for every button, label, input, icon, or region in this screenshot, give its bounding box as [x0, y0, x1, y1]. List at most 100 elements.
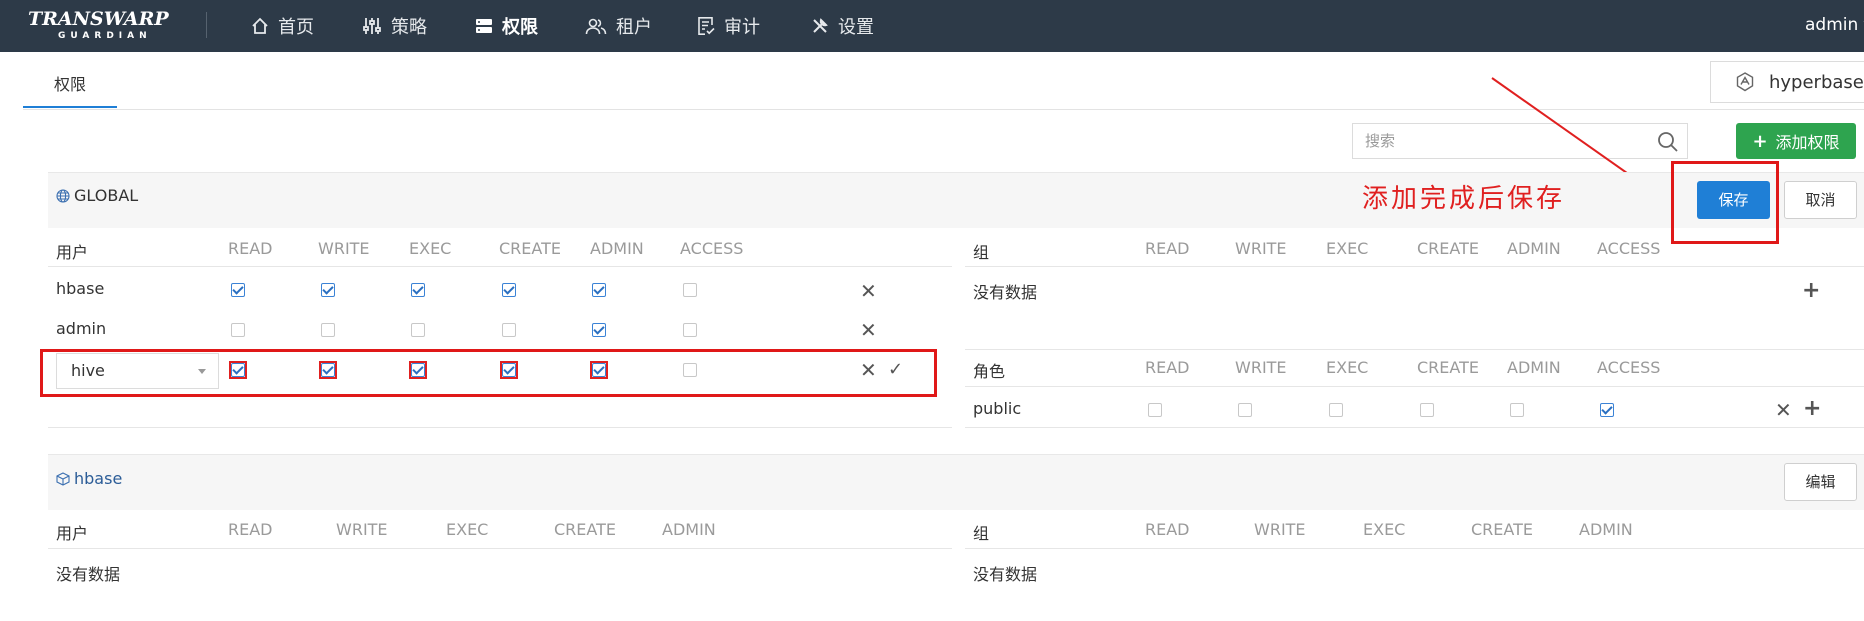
nav-item-settings[interactable]: 设置 [811, 0, 874, 52]
column-header-admin: ADMIN [1507, 239, 1561, 258]
empty-state-text: 没有数据 [973, 565, 1038, 584]
column-header-create: CREATE [499, 239, 561, 258]
nav-item-policy[interactable]: 策略 [362, 0, 427, 52]
column-header-write: WRITE [318, 239, 370, 258]
annotation-text: 添加完成后保存 [1362, 184, 1566, 214]
user-menu[interactable]: admin ▾ [1805, 0, 1864, 52]
column-header-exec: EXEC [1326, 239, 1369, 258]
nav-item-home[interactable]: 首页 [251, 0, 314, 52]
row-divider [965, 548, 1864, 549]
column-header-read: READ [1145, 520, 1190, 539]
row-divider [48, 266, 952, 267]
highlight-save-box [1671, 161, 1779, 244]
global-panel-title: GLOBAL [56, 186, 138, 205]
plus-icon: + [1752, 130, 1768, 152]
read-checkbox[interactable] [231, 283, 245, 297]
access-checkbox[interactable] [683, 323, 697, 337]
column-header-exec: EXEC [409, 239, 452, 258]
access-checkbox[interactable] [683, 283, 697, 297]
create-checkbox[interactable] [502, 283, 516, 297]
column-header-read: READ [228, 239, 273, 258]
table-row-user-name: hbase [56, 279, 105, 298]
edit-button[interactable]: 编辑 [1784, 463, 1857, 501]
create-checkbox[interactable] [1420, 403, 1434, 417]
brand-logo[interactable]: TRANSWARP GUARDIAN [28, 8, 178, 44]
row-divider [965, 386, 1864, 387]
column-header-group: 组 [973, 243, 990, 262]
table-row-user-name: admin [56, 319, 107, 338]
column-header-create: CREATE [1471, 520, 1533, 539]
column-header-create: CREATE [1417, 239, 1479, 258]
column-header-exec: EXEC [1363, 520, 1406, 539]
nav-label: 权限 [502, 17, 538, 38]
add-group-icon[interactable]: + [1802, 280, 1820, 302]
exec-checkbox[interactable] [411, 323, 425, 337]
table-row-role-name: public [973, 399, 1022, 418]
column-header-admin: ADMIN [1579, 520, 1633, 539]
access-checkbox[interactable] [1600, 403, 1614, 417]
brand-subtitle: GUARDIAN [58, 31, 152, 41]
exec-checkbox[interactable] [1329, 403, 1343, 417]
column-header-create: CREATE [1417, 358, 1479, 377]
write-checkbox[interactable] [321, 323, 335, 337]
nav-label: 租户 [616, 17, 652, 38]
users-icon [585, 18, 607, 35]
column-header-admin: ADMIN [662, 520, 716, 539]
column-header-read: READ [1145, 239, 1190, 258]
nav-label: 首页 [278, 17, 314, 38]
write-checkbox[interactable] [1238, 403, 1252, 417]
hbase-title-text: hbase [74, 469, 123, 488]
home-icon [252, 17, 268, 34]
column-header-exec: EXEC [446, 520, 489, 539]
column-header-read: READ [1145, 358, 1190, 377]
column-header-user: 用户 [56, 524, 89, 543]
service-label: hyperbase1 [1769, 71, 1864, 93]
column-header-write: WRITE [1254, 520, 1306, 539]
row-divider [965, 427, 1864, 428]
column-header-access: ACCESS [1597, 239, 1661, 258]
add-role-icon[interactable]: + [1803, 398, 1821, 420]
column-header-exec: EXEC [1326, 358, 1369, 377]
read-checkbox[interactable] [1148, 403, 1162, 417]
exec-checkbox[interactable] [411, 283, 425, 297]
empty-state-text: 没有数据 [973, 283, 1038, 302]
nav-item-tenants[interactable]: 租户 [585, 0, 652, 52]
sliders-icon [363, 18, 381, 34]
write-checkbox[interactable] [321, 283, 335, 297]
nav-item-audit[interactable]: 审计 [697, 0, 760, 52]
audit-icon [698, 17, 715, 35]
add-permission-label: 添加权限 [1775, 133, 1840, 152]
column-header-access: ACCESS [680, 239, 744, 258]
row-divider [48, 548, 952, 549]
row-divider [965, 266, 1864, 267]
hbase-panel-title[interactable]: hbase [56, 469, 122, 488]
tab-permissions[interactable]: 权限 [23, 64, 117, 108]
column-header-user: 用户 [56, 243, 89, 262]
read-checkbox[interactable] [231, 323, 245, 337]
delete-row-icon[interactable]: ✕ [860, 320, 877, 340]
service-selector[interactable]: hyperbase1 [1710, 61, 1864, 103]
global-title-text: GLOBAL [74, 186, 139, 205]
nav-divider [206, 12, 207, 38]
column-header-read: READ [228, 520, 273, 539]
empty-state-text: 没有数据 [56, 565, 121, 584]
chevron-down-icon: ▾ [1858, 15, 1864, 35]
nav-item-permissions[interactable]: 权限 [475, 0, 538, 52]
cancel-button[interactable]: 取消 [1784, 181, 1857, 219]
cube-icon [56, 471, 70, 486]
server-icon [476, 19, 492, 33]
delete-row-icon[interactable]: ✕ [1775, 400, 1792, 420]
column-header-admin: ADMIN [590, 239, 644, 258]
column-header-write: WRITE [1235, 239, 1287, 258]
column-header-write: WRITE [336, 520, 388, 539]
delete-row-icon[interactable]: ✕ [860, 281, 877, 301]
row-divider [965, 349, 1864, 350]
user-menu-label: admin [1805, 15, 1859, 35]
add-permission-button[interactable]: + 添加权限 [1736, 123, 1856, 159]
admin-checkbox[interactable] [592, 283, 606, 297]
admin-checkbox[interactable] [1510, 403, 1524, 417]
admin-checkbox[interactable] [592, 323, 606, 337]
nav-label: 策略 [391, 17, 427, 38]
brand-name: TRANSWARP [28, 8, 169, 30]
create-checkbox[interactable] [502, 323, 516, 337]
